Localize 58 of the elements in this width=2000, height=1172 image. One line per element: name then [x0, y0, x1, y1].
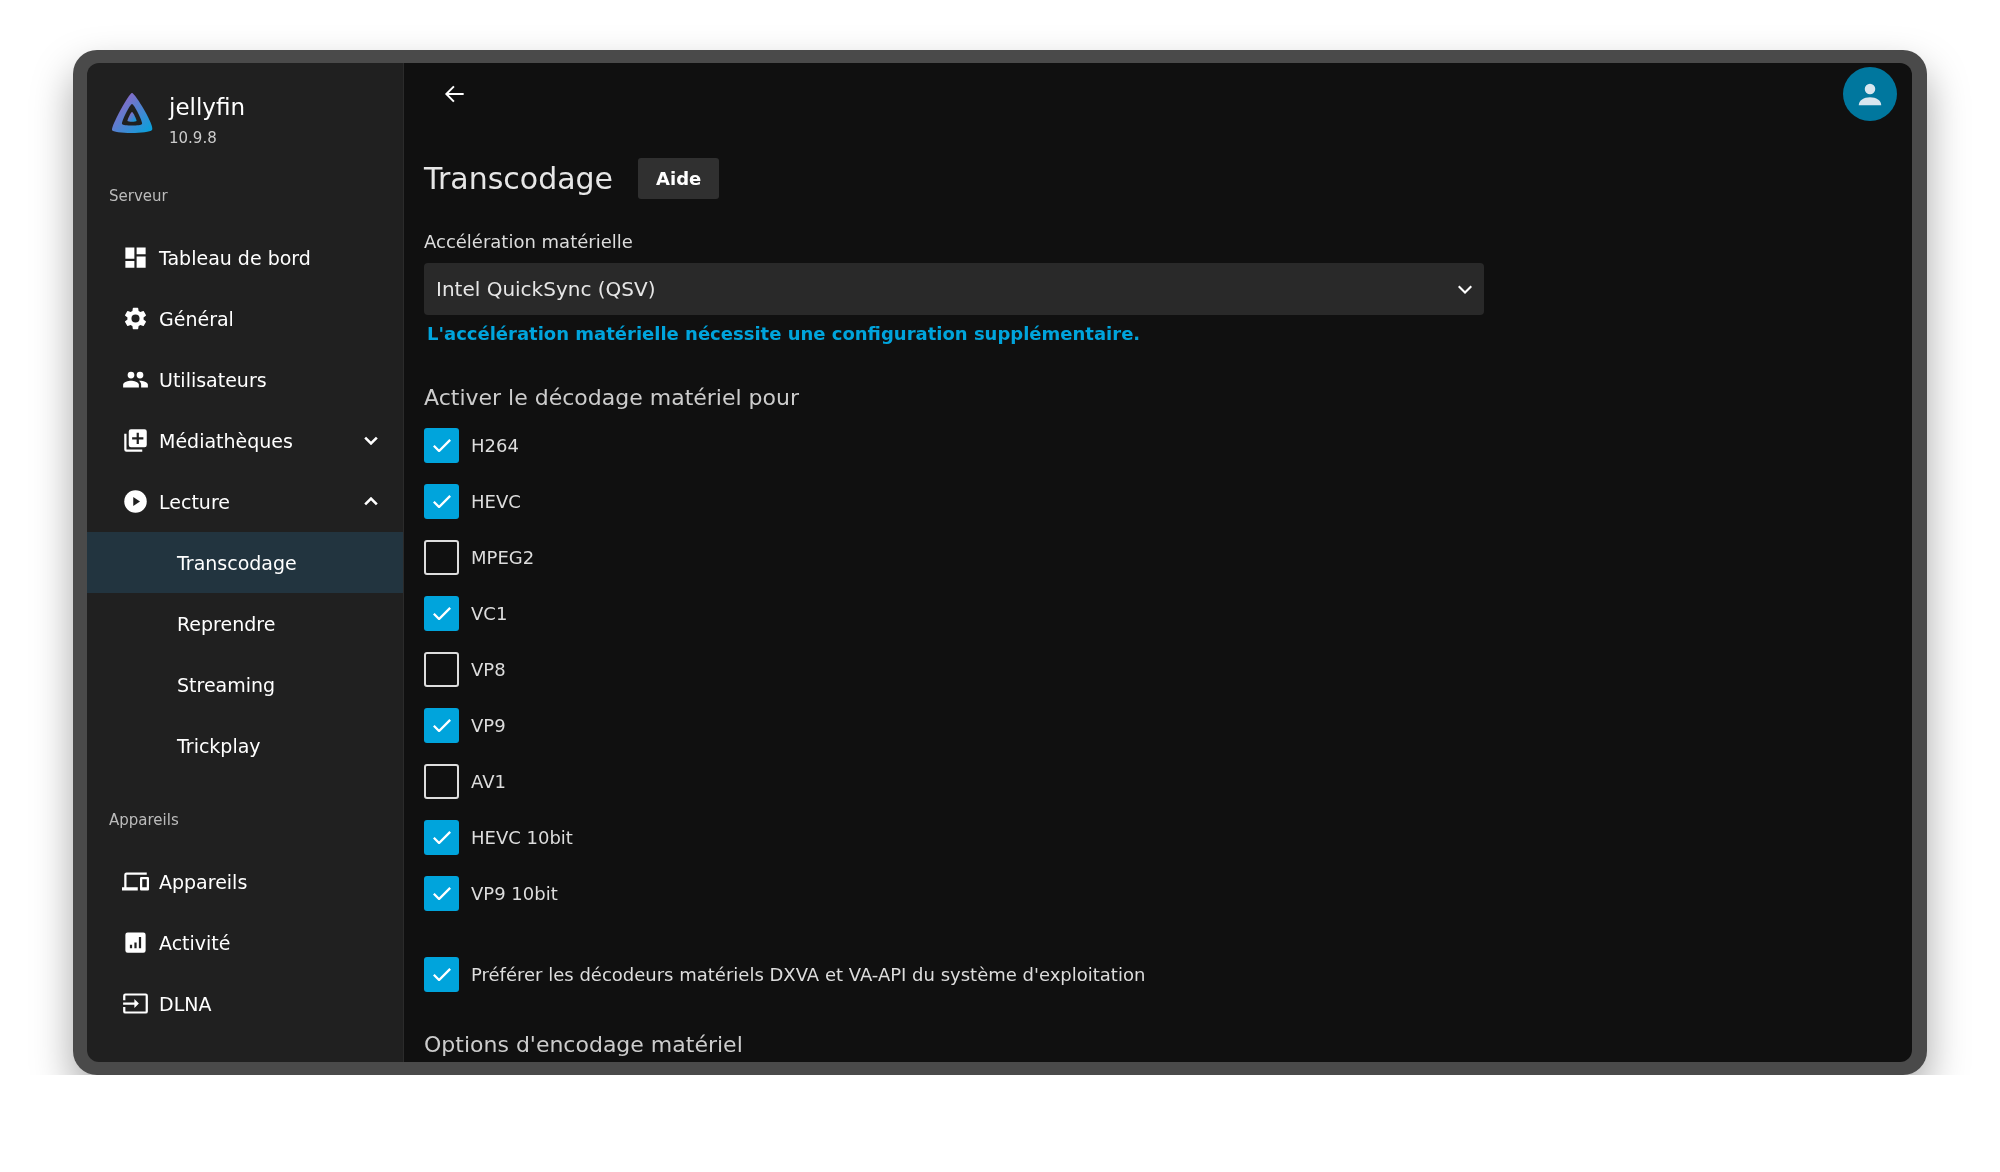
library-add-icon — [122, 427, 149, 454]
nav-item[interactable]: Utilisateurs — [87, 349, 403, 410]
section-heading: Options d'encodage matériel — [424, 1031, 743, 1059]
help-button[interactable]: Aide — [638, 158, 720, 199]
help-link[interactable]: L'accélération matérielle nécessite une configuration supplémentaire. — [427, 323, 1141, 345]
check-icon — [432, 438, 451, 452]
nav-item[interactable]: Streaming — [87, 654, 403, 715]
nav-item[interactable]: Tableau de bord — [87, 227, 403, 288]
section-title: Serveur — [109, 187, 168, 205]
checkbox-label: HEVC 10bit — [471, 826, 573, 848]
checkbox[interactable] — [424, 763, 459, 799]
section-title: Appareils — [109, 811, 179, 829]
app-version: 10.9.8 — [169, 128, 218, 149]
nav-item[interactable]: Trickplay — [87, 715, 403, 776]
settings-icon — [122, 305, 149, 332]
checkbox[interactable] — [424, 539, 459, 575]
checkbox[interactable] — [424, 956, 459, 992]
checkbox[interactable] — [424, 651, 459, 687]
check-icon — [432, 494, 451, 508]
checkbox-label: AV1 — [471, 770, 506, 792]
checkbox-label: MPEG2 — [471, 546, 535, 568]
select-field[interactable]: Intel QuickSync (QSV) — [424, 263, 1484, 315]
checkbox-label: HEVC — [471, 490, 521, 512]
check-icon — [432, 606, 451, 620]
checkbox-label: VP9 10bit — [471, 882, 558, 904]
nav-item[interactable]: Médiathèques — [87, 410, 403, 471]
checkbox[interactable] — [424, 595, 459, 631]
nav-item[interactable]: Activité — [87, 912, 403, 973]
checkbox-label: Préférer les décodeurs matériels DXVA et VA-API du système d'exploitation — [471, 963, 1146, 985]
checkbox[interactable] — [424, 483, 459, 519]
checkbox[interactable] — [424, 427, 459, 463]
check-icon — [432, 967, 451, 981]
nav-item[interactable]: Lecture — [87, 471, 403, 532]
nav-item[interactable]: Appareils — [87, 851, 403, 912]
activity-chart-icon — [122, 929, 149, 956]
chevron-icon — [1458, 284, 1472, 294]
app-name: jellyfin — [169, 93, 245, 121]
check-icon — [432, 830, 451, 844]
section-heading: Activer le décodage matériel pour — [424, 384, 799, 412]
dashboard-icon — [122, 244, 149, 271]
nav-item[interactable]: Reprendre — [87, 593, 403, 654]
nav-item[interactable]: DLNA — [87, 973, 403, 1034]
checkbox-label: H264 — [471, 434, 519, 456]
nav-item[interactable]: Général — [87, 288, 403, 349]
checkbox-label: VP9 — [471, 714, 506, 736]
check-icon — [432, 718, 451, 732]
play-icon — [122, 488, 149, 515]
user-avatar-button[interactable] — [1843, 67, 1897, 121]
checkbox[interactable] — [424, 819, 459, 855]
checkbox[interactable] — [424, 875, 459, 911]
checkbox-label: VC1 — [471, 602, 508, 624]
check-icon — [432, 886, 451, 900]
checkbox[interactable] — [424, 707, 459, 743]
checkbox-label: VP8 — [471, 658, 506, 680]
page-title: Transcodage — [424, 161, 614, 196]
nav-item[interactable]: Transcodage — [87, 532, 403, 593]
field-label: Accélération matérielle — [424, 230, 633, 254]
input-icon — [122, 990, 149, 1017]
